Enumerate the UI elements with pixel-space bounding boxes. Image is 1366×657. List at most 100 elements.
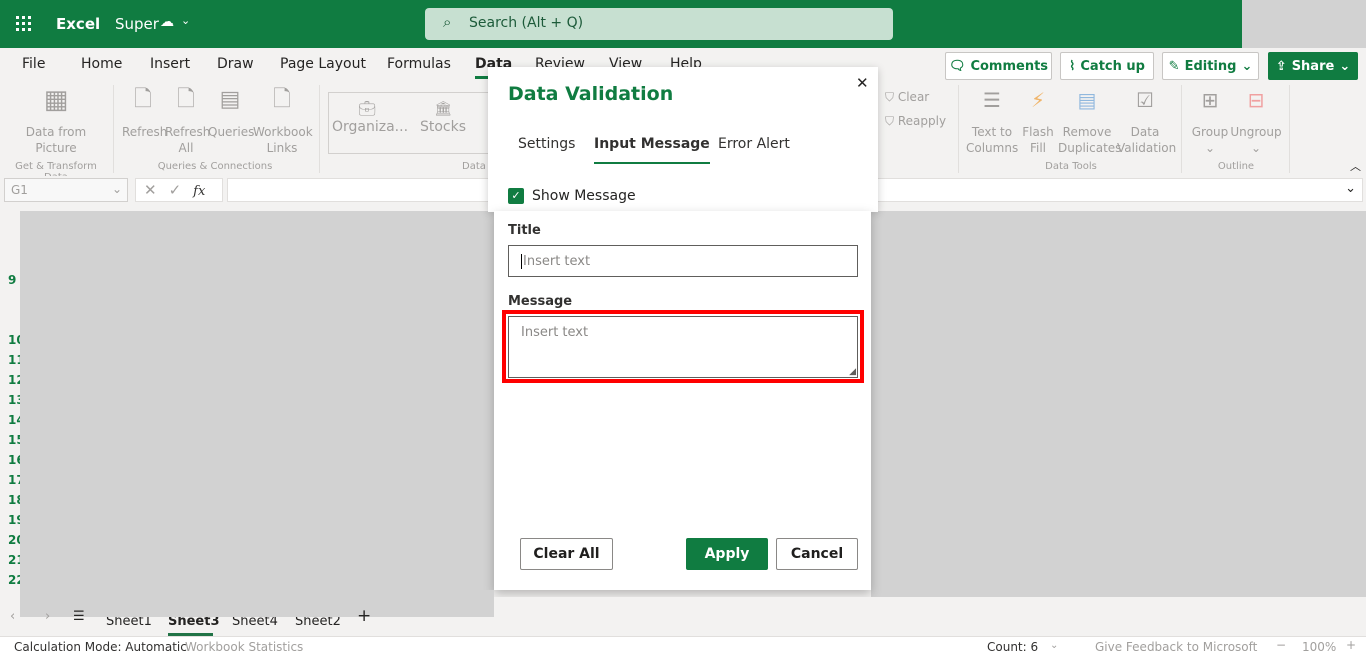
comment-icon: 🗨 xyxy=(948,58,966,74)
name-box[interactable]: G1 ⌄ xyxy=(4,178,128,202)
tab-home[interactable]: Home xyxy=(81,56,122,72)
stocks-button[interactable]: 🏛︎ Stocks xyxy=(418,100,468,136)
pencil-icon: ✎ xyxy=(1168,58,1180,74)
prev-sheet-icon[interactable]: ‹ xyxy=(10,609,15,624)
row-header[interactable]: 22 xyxy=(8,573,20,587)
text-to-columns-icon: ☰ xyxy=(983,88,1001,112)
calculation-mode[interactable]: Calculation Mode: Automatic xyxy=(14,640,187,654)
refresh-button[interactable]: 🗋 Refresh xyxy=(122,89,167,140)
title-input[interactable]: Insert text xyxy=(508,245,858,277)
search-icon: ⌕ xyxy=(443,13,452,31)
flash-fill-button[interactable]: ⚡︎ Flash Fill xyxy=(1020,90,1056,156)
cancel-icon[interactable]: ✕ xyxy=(144,181,169,199)
tab-insert[interactable]: Insert xyxy=(150,56,190,72)
add-sheet-icon[interactable]: + xyxy=(357,606,371,626)
label: Workbook xyxy=(253,125,313,139)
filter-reapply-icon: ⛉ xyxy=(885,114,895,128)
comments-button[interactable]: 🗨 Comments xyxy=(945,52,1052,80)
chevron-down-icon: ⌄ xyxy=(1250,141,1262,155)
tab-input-message[interactable]: Input Message xyxy=(594,136,710,164)
row-header[interactable]: 9 xyxy=(8,273,20,287)
dialog-title: Data Validation xyxy=(508,83,674,105)
sheet-tab-sheet1[interactable]: Sheet1 xyxy=(106,617,152,627)
sheet-tab-sheet4[interactable]: Sheet4 xyxy=(232,617,278,627)
reapply-button[interactable]: ⛉ Reapply xyxy=(885,113,946,129)
sheet-tab-sheet3[interactable]: Sheet3 xyxy=(168,617,220,627)
feedback-link[interactable]: Give Feedback to Microsoft xyxy=(1095,640,1257,654)
zoom-in-icon[interactable]: + xyxy=(1346,638,1356,652)
chevron-down-icon[interactable]: ⌄ xyxy=(1050,640,1058,651)
workbook-statistics[interactable]: Workbook Statistics xyxy=(185,640,303,654)
queries-button[interactable]: ▤ Queries xyxy=(208,89,254,140)
divider xyxy=(319,85,320,173)
label: Links xyxy=(266,141,298,155)
workbook-links-button[interactable]: 🗋 Workbook Links xyxy=(253,89,313,156)
editing-button[interactable]: ✎ Editing ⌄ xyxy=(1162,52,1259,80)
apply-button[interactable]: Apply xyxy=(686,538,768,570)
overlay xyxy=(20,590,494,617)
refresh-all-button[interactable]: 🗋 Refresh All xyxy=(165,89,210,156)
formula-controls: ✕✓fx xyxy=(135,178,223,202)
row-header[interactable]: 12 xyxy=(8,373,20,387)
enter-icon[interactable]: ✓ xyxy=(169,181,194,199)
collapse-ribbon-icon[interactable]: ︿ xyxy=(1350,158,1361,174)
app-name[interactable]: Excel xyxy=(56,15,100,33)
row-header[interactable]: 18 xyxy=(8,493,20,507)
divider xyxy=(1181,85,1182,173)
chevron-down-icon[interactable]: ⌄ xyxy=(181,14,190,27)
title-placeholder: Insert text xyxy=(521,254,591,269)
name-box-value: G1 xyxy=(11,183,28,197)
organization-button[interactable]: 💼︎ Organiza... xyxy=(332,100,408,136)
row-header[interactable]: 14 xyxy=(8,413,20,427)
close-icon[interactable]: ✕ xyxy=(856,74,869,92)
status-bar: Calculation Mode: Automatic Workbook Sta… xyxy=(0,636,1366,657)
group-label: Data Tools xyxy=(1045,161,1097,172)
fx-icon[interactable]: fx xyxy=(193,184,205,199)
search-input[interactable]: ⌕ Search (Alt + Q) xyxy=(425,8,893,40)
resize-handle-icon[interactable]: ◢ xyxy=(849,367,856,377)
ungroup-button[interactable]: ⊟ Ungroup ⌄ xyxy=(1230,88,1282,156)
ungroup-icon: ⊟ xyxy=(1247,88,1265,112)
file-name[interactable]: Super xyxy=(115,15,159,33)
data-from-picture-button[interactable]: ▦ Data from Picture xyxy=(20,87,92,156)
next-sheet-icon[interactable]: › xyxy=(45,609,50,624)
row-header[interactable]: 11 xyxy=(8,353,20,367)
row-header[interactable]: 10 xyxy=(8,333,20,347)
pulse-icon: ⌇ xyxy=(1069,58,1076,74)
clear-all-button[interactable]: Clear All xyxy=(520,538,613,570)
tab-settings[interactable]: Settings xyxy=(518,136,575,152)
briefcase-icon: 💼︎ xyxy=(358,101,376,117)
row-header[interactable]: 19 xyxy=(8,513,20,527)
all-sheets-icon[interactable]: ☰ xyxy=(73,609,85,624)
cancel-button[interactable]: Cancel xyxy=(776,538,858,570)
remove-duplicates-button[interactable]: ▤ Remove Duplicates xyxy=(1058,90,1121,156)
label: Fill xyxy=(1029,141,1047,155)
data-validation-icon: ☑ xyxy=(1136,88,1154,112)
zoom-level[interactable]: 100% xyxy=(1302,640,1336,654)
show-message-checkbox[interactable]: ✓ xyxy=(508,188,524,204)
sheet-tab-sheet2[interactable]: Sheet2 xyxy=(295,617,341,627)
tab-file[interactable]: File xyxy=(22,56,45,72)
row-header[interactable]: 16 xyxy=(8,453,20,467)
share-button[interactable]: ⇪ Share ⌄ xyxy=(1268,52,1358,80)
tab-draw[interactable]: Draw xyxy=(217,56,254,72)
row-header[interactable]: 17 xyxy=(8,473,20,487)
row-header[interactable]: 21 xyxy=(8,553,20,567)
group-button[interactable]: ⊞ Group ⌄ xyxy=(1190,90,1230,156)
row-header[interactable]: 15 xyxy=(8,433,20,447)
clear-filter-button[interactable]: ⛉ Clear xyxy=(885,89,929,105)
message-textarea[interactable]: Insert text ◢ xyxy=(508,316,858,378)
row-header[interactable]: 13 xyxy=(8,393,20,407)
data-validation-button[interactable]: ☑ Data Validation xyxy=(1117,88,1176,156)
catch-up-button[interactable]: ⌇ Catch up xyxy=(1060,52,1154,80)
app-launcher-icon[interactable] xyxy=(16,16,32,32)
tab-formulas[interactable]: Formulas xyxy=(387,56,451,72)
zoom-out-icon[interactable]: − xyxy=(1276,638,1286,652)
tab-error-alert[interactable]: Error Alert xyxy=(718,136,790,152)
row-header[interactable]: 20 xyxy=(8,533,20,547)
message-placeholder: Insert text xyxy=(521,325,589,340)
chevron-down-icon[interactable]: ⌄ xyxy=(1345,181,1356,196)
count-summary[interactable]: Count: 6 xyxy=(987,640,1038,654)
tab-page-layout[interactable]: Page Layout xyxy=(280,56,366,72)
text-to-columns-button[interactable]: ☰ Text to Columns xyxy=(966,88,1018,156)
